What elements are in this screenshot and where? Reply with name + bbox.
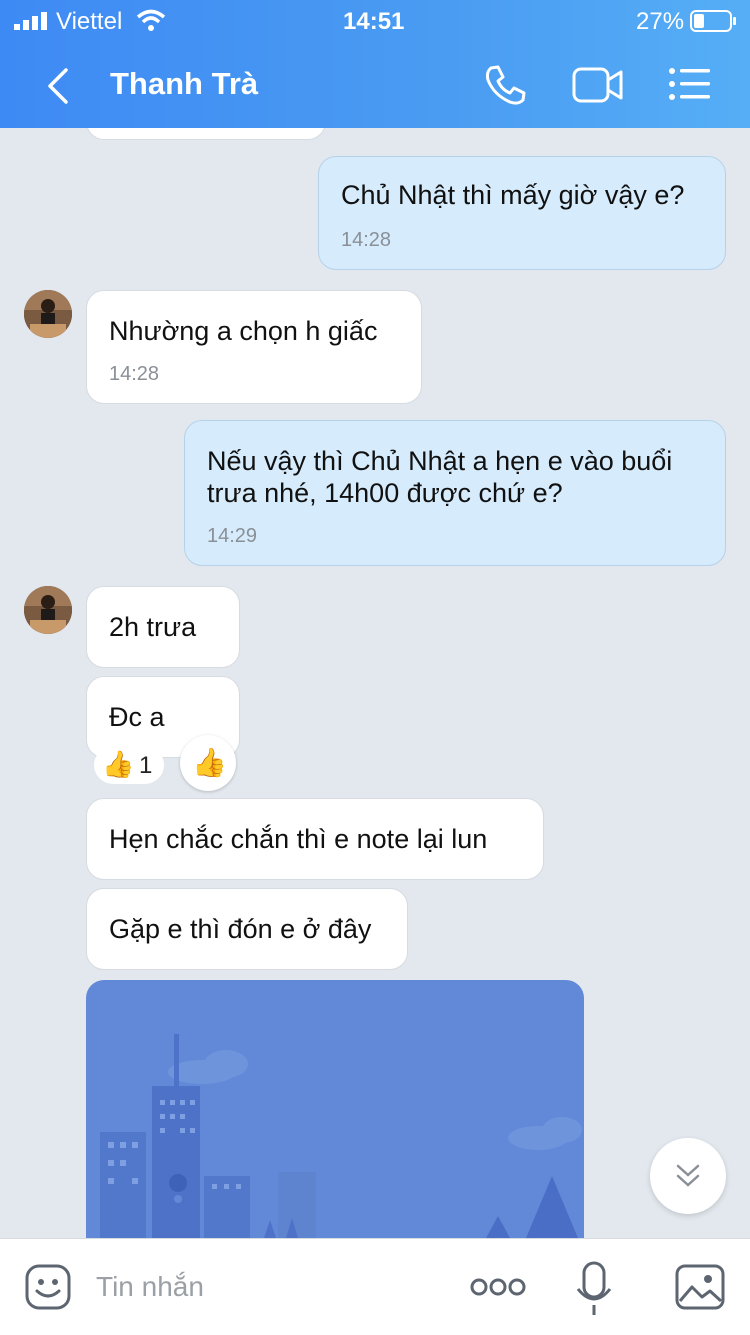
microphone-icon bbox=[576, 1261, 612, 1315]
message-text: Gặp e thì đón e ở đây bbox=[109, 914, 372, 944]
battery-percent: 27% bbox=[636, 8, 685, 35]
voice-button[interactable] bbox=[576, 1261, 612, 1317]
signal-icon bbox=[14, 12, 50, 30]
message-text: Đc a bbox=[109, 702, 165, 732]
message-bubble-outgoing[interactable]: Nếu vậy thì Chủ Nhật a hẹn e vào buổi tr… bbox=[184, 420, 726, 566]
phone-icon bbox=[485, 65, 526, 105]
reaction-badge[interactable]: 👍 1 bbox=[94, 746, 164, 784]
contact-avatar[interactable] bbox=[24, 290, 72, 338]
wifi-icon bbox=[136, 8, 166, 32]
thumbs-up-icon: 👍 bbox=[192, 747, 227, 778]
call-button[interactable] bbox=[482, 62, 528, 108]
message-text: Chủ Nhật thì mấy giờ vậy e? bbox=[341, 180, 685, 210]
contact-avatar[interactable] bbox=[24, 586, 72, 634]
location-map-image[interactable] bbox=[86, 980, 584, 1238]
message-text: Nhường a chọn h giấc bbox=[109, 316, 378, 346]
message-time: 14:28 bbox=[109, 363, 160, 385]
scroll-down-icon bbox=[676, 1164, 700, 1187]
back-icon bbox=[48, 68, 68, 104]
battery-icon bbox=[690, 10, 738, 32]
image-button[interactable] bbox=[674, 1263, 726, 1311]
sticker-button[interactable] bbox=[24, 1263, 72, 1311]
image-icon bbox=[675, 1264, 725, 1310]
message-time: 14:28 bbox=[341, 229, 392, 251]
more-button[interactable] bbox=[470, 1275, 526, 1299]
menu-icon bbox=[669, 68, 710, 100]
message-text: 2h trưa bbox=[109, 612, 197, 642]
back-button[interactable] bbox=[36, 64, 80, 108]
message-bubble-incoming[interactable]: Gặp e thì đón e ở đây bbox=[86, 888, 408, 970]
carrier-name: Viettel bbox=[56, 8, 123, 35]
video-call-button[interactable] bbox=[572, 66, 624, 104]
message-text: Hẹn chắc chắn thì e note lại lun bbox=[109, 824, 488, 854]
menu-button[interactable] bbox=[668, 66, 712, 102]
message-input-bar: Tin nhắn bbox=[0, 1238, 750, 1335]
add-reaction-button[interactable]: 👍 bbox=[180, 735, 236, 791]
sticker-icon bbox=[25, 1264, 71, 1310]
status-time: 14:51 bbox=[343, 8, 405, 35]
chat-header: Viettel 14:51 27% Thanh Trà bbox=[0, 0, 750, 128]
thumbs-up-icon: 👍 bbox=[102, 749, 135, 779]
message-bubble-incoming[interactable]: Nhường a chọn h giấc 14:28 bbox=[86, 290, 422, 404]
message-text: Nếu vậy thì Chủ Nhật a hẹn e vào buổi tr… bbox=[207, 446, 673, 508]
chat-title[interactable]: Thanh Trà bbox=[110, 66, 258, 102]
message-time: 14:29 bbox=[207, 525, 258, 547]
message-bubble-incoming[interactable]: 2h trưa bbox=[86, 586, 240, 668]
more-icon bbox=[470, 1278, 526, 1296]
message-bubble-incoming[interactable]: Hẹn chắc chắn thì e note lại lun bbox=[86, 798, 544, 880]
message-bubble-outgoing[interactable]: Chủ Nhật thì mấy giờ vậy e? 14:28 bbox=[318, 156, 726, 270]
message-input[interactable]: Tin nhắn bbox=[96, 1271, 204, 1303]
reaction-count: 1 bbox=[139, 752, 153, 779]
scroll-down-button[interactable] bbox=[650, 1138, 726, 1214]
video-icon bbox=[572, 67, 623, 103]
